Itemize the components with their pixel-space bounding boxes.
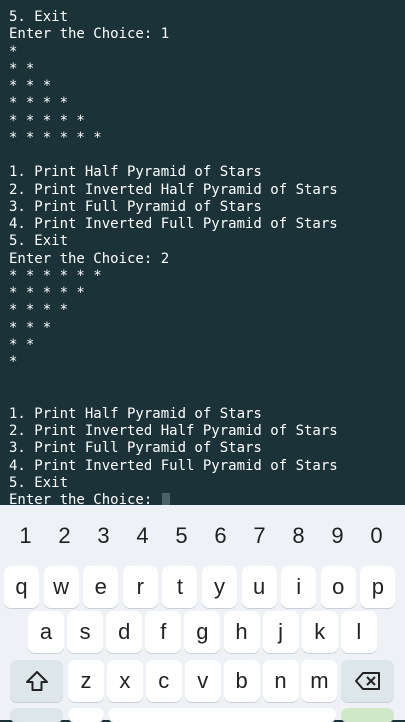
terminal-line: 5. Exit xyxy=(9,9,69,25)
key-t[interactable]: t xyxy=(162,566,198,608)
letter-row-3: zxcvbnm xyxy=(0,660,405,702)
letter-row-1: qwertyuiop xyxy=(0,566,405,608)
key-g[interactable]: g xyxy=(184,611,221,653)
key-a[interactable]: a xyxy=(28,611,64,653)
terminal-line: 3. Print Full Pyramid of Stars xyxy=(9,198,262,215)
key-r[interactable]: r xyxy=(122,566,158,608)
key-4[interactable]: 4 xyxy=(124,520,161,552)
key-s[interactable]: s xyxy=(67,611,104,653)
key-k[interactable]: k xyxy=(301,611,338,653)
key-7[interactable]: 7 xyxy=(241,520,278,552)
bottom-row xyxy=(0,708,405,722)
key-p[interactable]: p xyxy=(360,566,396,608)
key-n[interactable]: n xyxy=(262,660,299,702)
terminal-line: * * * * * * xyxy=(9,267,102,284)
terminal-output[interactable]: 5. Exit Enter the Choice: 1 * * * * * * * * *… xyxy=(0,0,405,505)
key-m[interactable]: m xyxy=(301,660,338,702)
terminal-line: * * xyxy=(9,60,35,77)
key-v[interactable]: v xyxy=(184,660,221,702)
terminal-line: Enter the Choice: 2 xyxy=(9,250,170,267)
key-q[interactable]: q xyxy=(4,566,39,608)
letter-row-2: asdfghjkl xyxy=(0,611,405,653)
key-9[interactable]: 9 xyxy=(319,520,356,552)
shift-arrow-icon xyxy=(25,671,48,691)
terminal-line: * xyxy=(9,43,18,60)
shift-key[interactable] xyxy=(10,660,63,702)
key-0[interactable]: 0 xyxy=(358,520,395,552)
backspace-key[interactable] xyxy=(341,660,394,702)
terminal-line: * * * * * xyxy=(9,285,85,301)
terminal-line: 5. Exit xyxy=(9,233,69,250)
key-w[interactable]: w xyxy=(43,566,79,608)
key-j[interactable]: j xyxy=(262,611,299,653)
terminal-line: * * * * xyxy=(9,95,69,112)
terminal-line: 5. Exit xyxy=(9,474,69,491)
key-f[interactable]: f xyxy=(145,611,182,653)
terminal-line: 1. Print Half Pyramid of Stars xyxy=(9,164,262,181)
terminal-lines: 5. Exit Enter the Choice: 1 * * * * * * * * *… xyxy=(9,9,338,505)
key-o[interactable]: o xyxy=(320,566,356,608)
terminal-line: * * xyxy=(9,336,35,353)
terminal-line: Enter the Choice: 1 xyxy=(9,26,170,43)
terminal-line: 4. Print Inverted Full Pyramid of Stars xyxy=(9,216,338,232)
key-l[interactable]: l xyxy=(340,611,377,653)
soft-keyboard: 1234567890 qwertyuiop asdfghjkl zxcvbnm xyxy=(0,505,405,722)
terminal-line: * * * * xyxy=(9,302,69,319)
backspace-icon xyxy=(354,672,380,690)
key-h[interactable]: h xyxy=(223,611,260,653)
key-2[interactable]: 2 xyxy=(46,520,83,552)
key-y[interactable]: y xyxy=(202,566,237,608)
key-x[interactable]: x xyxy=(106,660,143,702)
terminal-line: 2. Print Inverted Half Pyramid of Stars xyxy=(9,423,338,439)
terminal-line: 2. Print Inverted Half Pyramid of Stars xyxy=(9,181,338,198)
key-1[interactable]: 1 xyxy=(7,520,44,552)
key-z[interactable]: z xyxy=(68,660,104,702)
key-5[interactable]: 5 xyxy=(163,520,200,552)
key-e[interactable]: e xyxy=(83,566,119,608)
terminal-line: * * * xyxy=(9,319,52,336)
terminal-line: * * * * * * xyxy=(9,129,102,146)
terminal-line: * xyxy=(9,354,18,370)
text-cursor xyxy=(161,493,170,505)
number-row: 1234567890 xyxy=(0,520,405,552)
key-u[interactable]: u xyxy=(241,566,277,608)
input-prompt-line[interactable]: Enter the Choice: xyxy=(9,492,338,505)
key-b[interactable]: b xyxy=(223,660,260,702)
terminal-line: 4. Print Inverted Full Pyramid of Stars xyxy=(9,457,338,474)
terminal-line: 3. Print Full Pyramid of Stars xyxy=(9,440,262,457)
key-6[interactable]: 6 xyxy=(202,520,239,552)
key-c[interactable]: c xyxy=(145,660,182,702)
terminal-line: * * * * * xyxy=(9,112,85,129)
input-prompt: Enter the Choice: xyxy=(9,492,161,505)
terminal-line: 1. Print Half Pyramid of Stars xyxy=(9,405,262,422)
key-3[interactable]: 3 xyxy=(85,520,122,552)
key-d[interactable]: d xyxy=(106,611,143,653)
key-i[interactable]: i xyxy=(281,566,317,608)
terminal-line: * * * xyxy=(9,78,52,94)
key-8[interactable]: 8 xyxy=(280,520,317,552)
